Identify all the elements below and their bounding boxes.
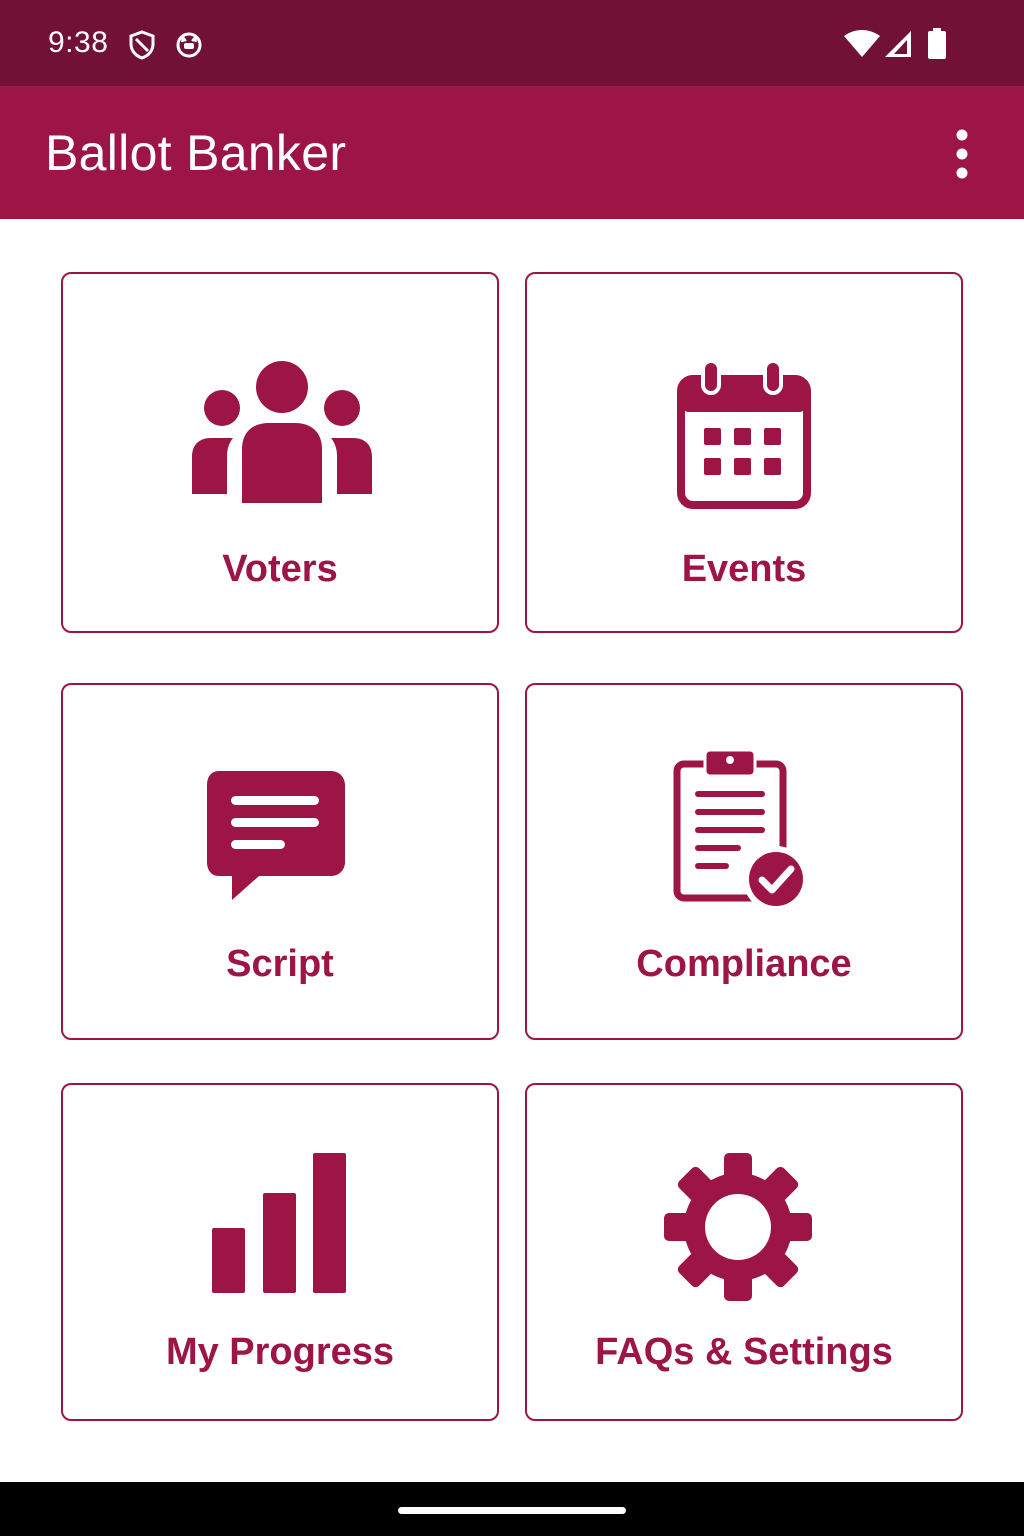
tile-compliance[interactable]: Compliance bbox=[525, 683, 963, 1040]
tile-label: Compliance bbox=[636, 943, 852, 985]
tile-voters[interactable]: Voters bbox=[61, 272, 499, 633]
tile-label: Script bbox=[226, 943, 334, 985]
calendar-icon bbox=[677, 360, 811, 509]
tile-label: My Progress bbox=[165, 1331, 395, 1373]
home-gesture-handle[interactable] bbox=[398, 1507, 626, 1514]
wifi-icon bbox=[844, 30, 880, 57]
shield-icon bbox=[129, 30, 155, 60]
status-time: 9:38 bbox=[48, 26, 109, 59]
tile-events[interactable]: Events bbox=[525, 272, 963, 633]
navigation-bar bbox=[0, 1482, 1024, 1536]
people-icon bbox=[192, 361, 372, 503]
tile-label: Events bbox=[681, 548, 807, 590]
bar-chart-icon bbox=[212, 1153, 346, 1293]
tile-faqs-settings[interactable]: FAQs & Settings bbox=[525, 1083, 963, 1421]
tile-label: FAQs & Settings bbox=[595, 1331, 893, 1373]
signal-icon bbox=[885, 31, 911, 57]
more-vert-icon bbox=[956, 129, 968, 179]
app-bar: Ballot Banker bbox=[0, 86, 1024, 219]
clipboard-check-icon bbox=[673, 749, 809, 911]
tile-my-progress[interactable]: My Progress bbox=[61, 1083, 499, 1421]
battery-icon bbox=[928, 28, 946, 59]
app-title: Ballot Banker bbox=[45, 125, 347, 181]
chat-icon bbox=[207, 771, 345, 900]
tile-script[interactable]: Script bbox=[61, 683, 499, 1040]
more-options-button[interactable] bbox=[942, 126, 982, 182]
tile-label: Voters bbox=[222, 548, 338, 590]
status-bar: 9:38 bbox=[0, 0, 1024, 86]
gear-icon bbox=[664, 1153, 812, 1301]
cat-icon bbox=[176, 32, 202, 58]
